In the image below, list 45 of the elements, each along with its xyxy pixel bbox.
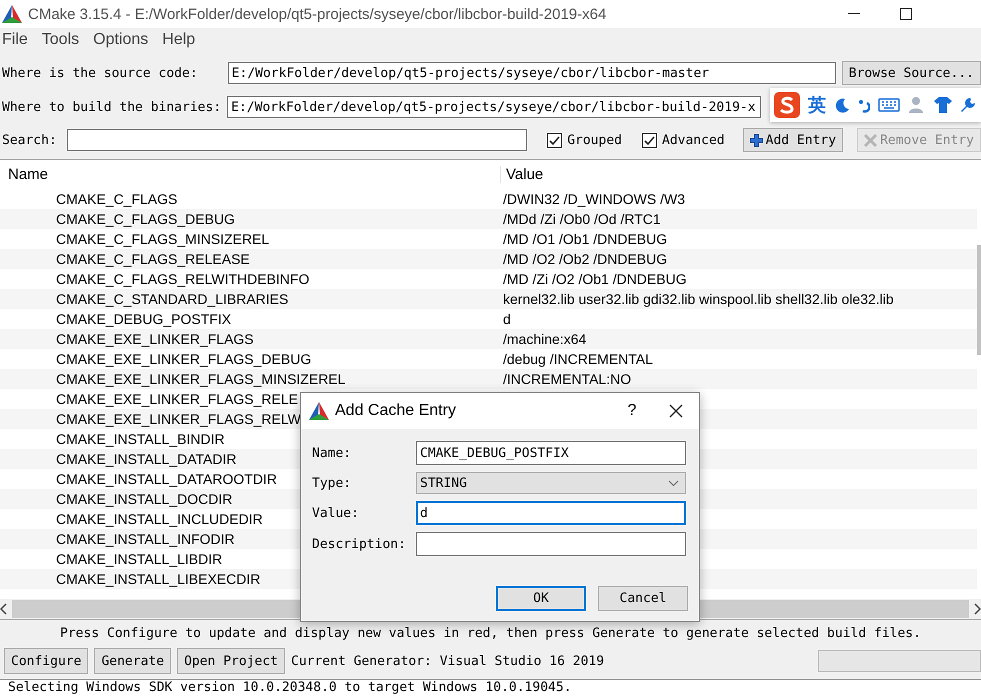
field-label: Where to build the binaries: xyxy=(2,100,222,114)
table-cell: CMAKE_INSTALL_INCLUDEDIR xyxy=(56,511,263,527)
field-label: Value: xyxy=(312,506,360,520)
table-cell: /MDd /Zi /Ob0 /Od /RTC1 xyxy=(503,211,661,227)
table-cell: CMAKE_EXE_LINKER_FLAGS_DEBUG xyxy=(56,351,312,367)
table-cell: CMAKE_EXE_LINKER_FLAGS xyxy=(56,331,254,347)
checkbox-label: Grouped xyxy=(567,132,622,148)
table-cell: kernel32.lib user32.lib gdi32.lib winspool.lib shell32.lib ole32.lib xyxy=(503,291,894,307)
table-cell: CMAKE_INSTALL_LIBEXECDIR xyxy=(56,571,260,587)
table-cell: d xyxy=(503,311,511,327)
table-cell: CMAKE_C_FLAGS_RELEASE xyxy=(56,251,250,267)
dropdown-value: STRING xyxy=(420,476,467,490)
status-message: Press Configure to update and display new values in red, then press Generate to generate selected build files. xyxy=(59,626,922,642)
generator-label: Current Generator: Visual Studio 16 2019 xyxy=(291,654,604,668)
field-label: Search: xyxy=(2,132,57,148)
table-cell: CMAKE_INSTALL_BINDIR xyxy=(56,431,225,447)
field-label: Name: xyxy=(312,446,352,460)
table-cell: CMAKE_C_FLAGS_MINSIZEREL xyxy=(56,231,270,247)
table-cell: CMAKE_C_STANDARD_LIBRARIES xyxy=(56,291,288,307)
window-title: CMake 3.15.4 - E:/WorkFolder/develop/qt5-projects/syseye/cbor/libcbor-build-2019-x64 xyxy=(28,6,608,22)
table-cell: /MD /O1 /Ob1 /DNDEBUG xyxy=(503,231,668,247)
table-cell: /debug /INCREMENTAL xyxy=(503,351,653,367)
table-cell: CMAKE_EXE_LINKER_FLAGS_RELE xyxy=(56,391,298,407)
field-label: Where is the source code: xyxy=(2,66,198,80)
dialog-title: Add Cache Entry xyxy=(335,402,457,420)
table-cell: CMAKE_C_FLAGS_RELWITHDEBINFO xyxy=(56,271,310,287)
table-cell: /INCREMENTAL:NO xyxy=(503,371,632,387)
checkbox-label: Advanced xyxy=(662,132,725,148)
table-cell: CMAKE_INSTALL_LIBDIR xyxy=(56,551,222,567)
table-cell: CMAKE_EXE_LINKER_FLAGS_RELW xyxy=(56,411,301,427)
table-cell: /MD /O2 /Ob2 /DNDEBUG xyxy=(503,251,668,267)
table-cell: CMAKE_C_FLAGS_DEBUG xyxy=(56,211,235,227)
output-log: Selecting Windows SDK version 10.0.20348.0 to target Windows 10.0.19045. xyxy=(0,679,981,696)
field-label: Description: xyxy=(312,536,407,552)
table-cell: CMAKE_INSTALL_DATAROOTDIR xyxy=(56,471,277,487)
field-label: Type: xyxy=(312,476,352,490)
table-cell: CMAKE_DEBUG_POSTFIX xyxy=(56,311,232,327)
table-cell: CMAKE_EXE_LINKER_FLAGS_MINSIZEREL xyxy=(56,371,346,387)
table-cell: /MD /Zi /O2 /Ob1 /DNDEBUG xyxy=(503,271,687,287)
table-cell: /machine:x64 xyxy=(503,331,586,347)
table-cell: CMAKE_C_FLAGS xyxy=(56,191,178,207)
table-cell: CMAKE_INSTALL_INFODIR xyxy=(56,531,235,547)
table-cell: CMAKE_INSTALL_DOCDIR xyxy=(56,491,232,507)
table-cell: /DWIN32 /D_WINDOWS /W3 xyxy=(503,191,686,207)
table-cell: CMAKE_INSTALL_DATADIR xyxy=(56,451,236,467)
